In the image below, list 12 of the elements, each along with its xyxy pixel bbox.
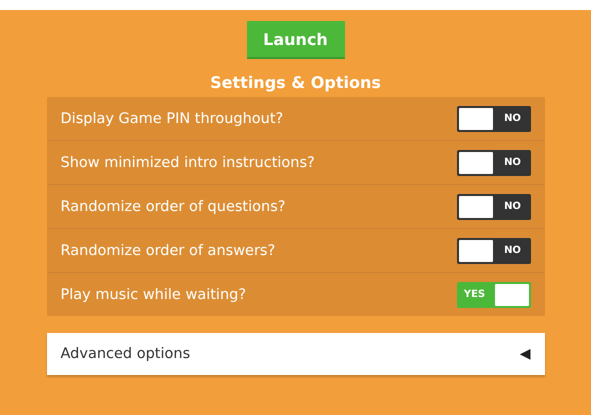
setting-label: Display Game PIN throughout? — [60, 110, 284, 126]
advanced-options-bar[interactable]: Advanced options ◀ — [46, 333, 544, 375]
setting-label: Show minimized intro instructions? — [60, 154, 315, 170]
toggle-switch[interactable]: NO — [456, 106, 530, 132]
toggle-switch[interactable]: NO — [456, 194, 530, 220]
section-heading: Settings & Options — [210, 73, 381, 92]
toggle-switch[interactable]: NO — [456, 150, 530, 176]
toggle-switch[interactable]: NO — [456, 238, 530, 264]
setting-label: Randomize order of questions? — [60, 198, 286, 214]
setting-label: Randomize order of answers? — [60, 242, 276, 258]
setting-label: Play music while waiting? — [60, 286, 246, 302]
collapse-arrow-icon: ◀ — [520, 346, 530, 362]
